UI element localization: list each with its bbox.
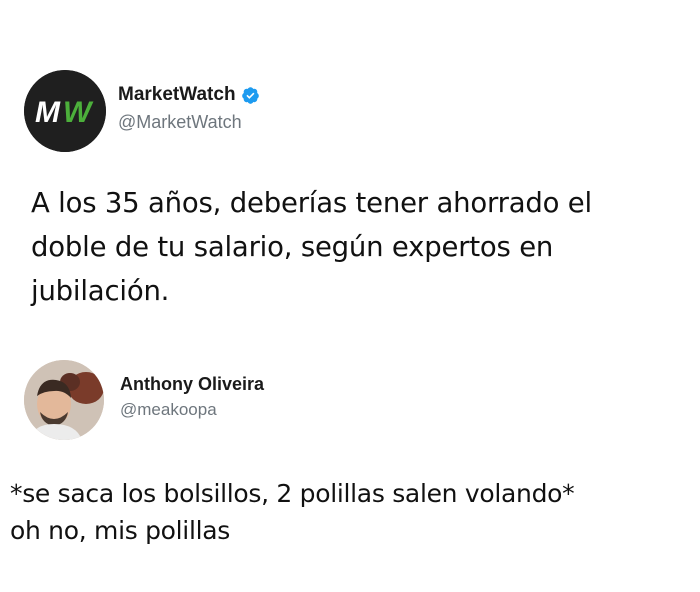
avatar-anthony-oliveira[interactable] xyxy=(24,360,104,440)
display-name[interactable]: Anthony Oliveira xyxy=(120,373,264,395)
name-row: Anthony Oliveira xyxy=(120,373,264,395)
name-row: MarketWatch xyxy=(118,84,260,106)
avatar-marketwatch[interactable]: M W xyxy=(24,70,106,152)
reply-text-line: oh no, mis polillas xyxy=(10,516,230,545)
display-name[interactable]: MarketWatch xyxy=(118,84,236,106)
verified-badge-icon xyxy=(241,86,260,105)
logo-letter-w: W xyxy=(63,96,94,129)
logo-letter-m-visible: M xyxy=(35,96,61,129)
handle[interactable]: @MarketWatch xyxy=(118,110,260,134)
marketwatch-logo: M W xyxy=(24,70,106,152)
handle[interactable]: @meakoopa xyxy=(120,398,264,422)
profile-photo xyxy=(24,360,104,440)
reply-text-line: *se saca los bolsillos, 2 polillas salen… xyxy=(10,479,575,508)
author-block: MarketWatch @MarketWatch xyxy=(118,84,260,134)
reply-text: *se saca los bolsillos, 2 polillas salen… xyxy=(10,475,698,549)
tweet-marketwatch: M W MarketWatch @MarketWatch A los 35 añ… xyxy=(0,0,700,330)
author-block: Anthony Oliveira @meakoopa xyxy=(120,373,264,422)
tweet-text: A los 35 años, deberías tener ahorrado e… xyxy=(31,187,592,307)
